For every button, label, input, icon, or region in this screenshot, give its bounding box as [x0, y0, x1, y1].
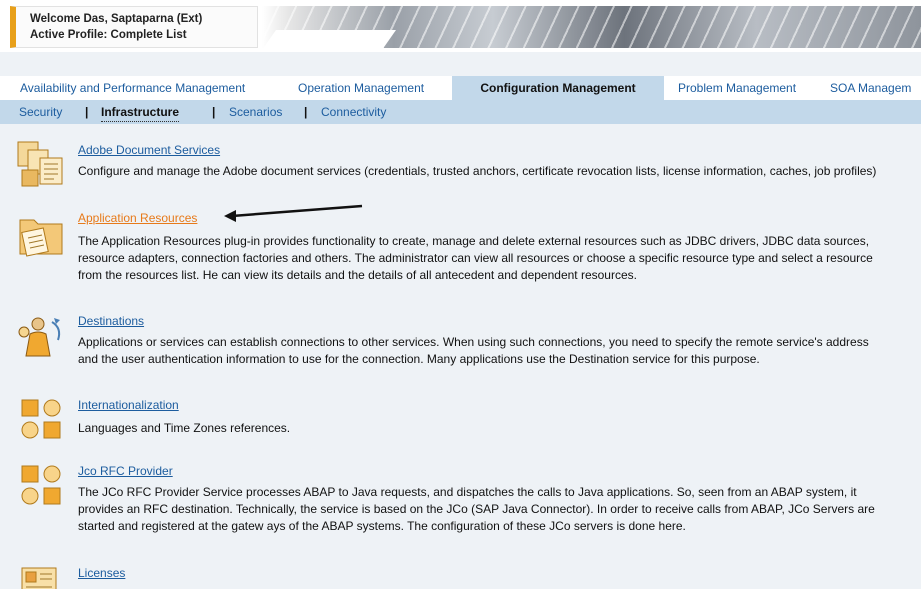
welcome-text: Welcome Das, Saptaparna (Ext) [30, 13, 203, 25]
internationalization-link[interactable]: Internationalization [78, 398, 179, 412]
subnav-separator: | [212, 105, 216, 119]
internationalization-description: Languages and Time Zones references. [78, 421, 291, 435]
main-tabs: Availability and Performance Management … [0, 76, 921, 100]
shapes-icon [16, 396, 68, 444]
destinations-user-icon [16, 312, 68, 360]
page-header: Welcome Das, Saptaparna (Ext) Active Pro… [0, 0, 921, 52]
tab-configuration-management[interactable]: Configuration Management [452, 76, 664, 100]
adobe-document-services-description: Configure and manage the Adobe document … [78, 164, 877, 178]
adobe-document-services-link[interactable]: Adobe Document Services [78, 143, 220, 157]
document-services-icon [16, 140, 68, 188]
sub-navigation: Security | Infrastructure | Scenarios | … [0, 100, 921, 124]
subnav-infrastructure[interactable]: Infrastructure [101, 103, 180, 122]
tab-problem-management[interactable]: Problem Management [668, 76, 806, 100]
jco-rfc-provider-description: The JCo RFC Provider Service processes A… [78, 485, 875, 533]
shapes-icon [16, 462, 68, 510]
arrow-annotation-icon [224, 204, 363, 222]
subnav-separator: | [85, 105, 89, 119]
subnav-scenarios[interactable]: Scenarios [229, 100, 282, 124]
jco-rfc-provider-link[interactable]: Jco RFC Provider [78, 464, 173, 478]
subnav-security[interactable]: Security [19, 100, 62, 124]
application-resources-description: The Application Resources plug-in provid… [78, 234, 873, 282]
subnav-separator: | [304, 105, 308, 119]
destinations-description: Applications or services can establish c… [78, 335, 869, 366]
folder-document-icon [16, 210, 68, 258]
tab-availability-performance[interactable]: Availability and Performance Management [10, 76, 255, 100]
header-banner-image [262, 6, 921, 48]
subnav-connectivity[interactable]: Connectivity [321, 100, 386, 124]
welcome-box: Welcome Das, Saptaparna (Ext) Active Pro… [10, 6, 258, 48]
application-resources-link[interactable]: Application Resources [78, 211, 197, 225]
license-card-icon [16, 562, 68, 589]
tab-operation-management[interactable]: Operation Management [288, 76, 434, 100]
licenses-link[interactable]: Licenses [78, 566, 125, 580]
active-profile-text: Active Profile: Complete List [30, 29, 187, 41]
tab-soa-management[interactable]: SOA Managem [820, 76, 921, 100]
destinations-link[interactable]: Destinations [78, 314, 144, 328]
